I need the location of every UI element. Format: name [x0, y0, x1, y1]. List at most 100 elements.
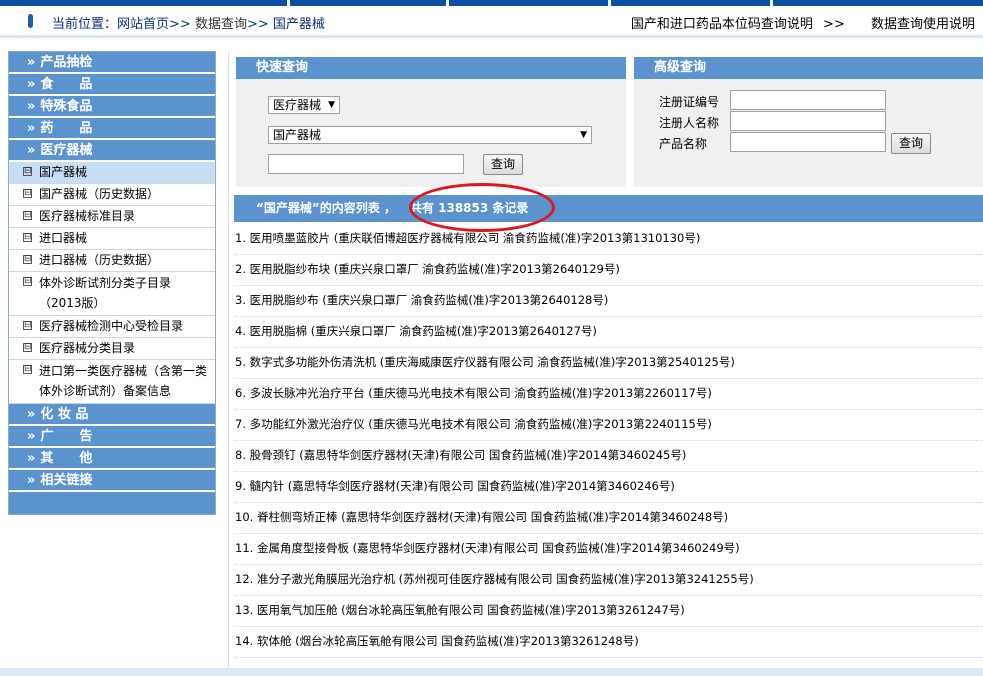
- sidebar-cat-food[interactable]: » 食 品: [9, 74, 215, 96]
- chevron-double-right-icon: »: [27, 143, 36, 158]
- chevron-double-right-icon: »: [27, 77, 36, 92]
- chevron-double-right-icon: »: [27, 99, 36, 114]
- dropdown-caret-icon: ▼: [580, 130, 587, 140]
- sidebar-item-label: 进口器械（历史数据）: [39, 253, 160, 267]
- dropdown-caret-icon: ▼: [328, 100, 335, 110]
- list-heading-text: “国产器械”的内容列表 ，: [256, 201, 396, 215]
- list-item[interactable]: 13. 医用氧气加压舱 (烟台冰轮高压氧舱有限公司 国食药监械(准)字2013第…: [234, 596, 983, 627]
- expand-box-icon: ⊟: [23, 166, 32, 176]
- list-item[interactable]: 8. 股骨颈钉 (嘉思特华剑医疗器材(天津)有限公司 国食药监械(准)字2014…: [234, 441, 983, 472]
- sidebar-item-label: 医疗器械标准目录: [39, 209, 136, 223]
- list-item[interactable]: 11. 金属角度型接骨板 (嘉思特华剑医疗器材(天津)有限公司 国食药监械(准)…: [234, 534, 983, 565]
- sidebar-cat-links[interactable]: » 相关链接: [9, 470, 215, 492]
- breadcrumb-home-link[interactable]: 网站首页: [117, 17, 169, 32]
- sidebar-item-label: 国产器械（历史数据）: [39, 187, 160, 201]
- sidebar-cat-medical-devices[interactable]: » 医疗器械: [9, 140, 215, 162]
- quick-search-title: 快速查询: [236, 57, 626, 79]
- sidebar-cat-label: 广 告: [40, 429, 93, 444]
- list-item[interactable]: 6. 多波长脉冲光治疗平台 (重庆德马光电技术有限公司 渝食药监械(准)字201…: [234, 379, 983, 410]
- breadcrumb-separator: >>: [246, 17, 269, 32]
- sidebar-cat-label: 其 他: [40, 451, 93, 466]
- sidebar-item-device-standards[interactable]: ⊟ 医疗器械标准目录: [9, 206, 215, 228]
- database-select[interactable]: 国产器械 ▼: [268, 126, 592, 144]
- sidebar-item-domestic-devices[interactable]: ⊟ 国产器械: [9, 162, 215, 184]
- list-item[interactable]: 12. 准分子激光角膜屈光治疗机 (苏州视可佳医疗器械有限公司 国食药监械(准)…: [234, 565, 983, 596]
- chevron-double-right-icon: »: [27, 429, 36, 444]
- advanced-search-panel: 注册证编号 注册人名称 产品名称 查询: [634, 79, 983, 187]
- expand-box-icon: ⊟: [23, 320, 32, 330]
- sidebar-footer: [9, 492, 215, 514]
- sidebar-cat-label: 食 品: [40, 77, 93, 92]
- sidebar-item-label: 体外诊断试剂分类子目录（2013版）: [39, 276, 172, 310]
- sidebar-item-label: 国产器械: [39, 165, 88, 179]
- sidebar-item-label: 进口第一类医疗器械（含第一类体外诊断试剂）备案信息: [39, 364, 208, 398]
- top-links: 国产和进口药品本位码查询说明 >> 数据查询使用说明: [621, 13, 975, 32]
- expand-box-icon: ⊟: [23, 254, 32, 264]
- location-marker-icon: [28, 14, 33, 28]
- data-query-help-link[interactable]: 数据查询使用说明: [871, 17, 975, 32]
- product-name-label: 产品名称: [659, 137, 708, 151]
- result-list: 1. 医用喷墨蓝胶片 (重庆联佰博超医疗器械有限公司 渝食药监械(准)字2013…: [234, 224, 983, 658]
- sidebar-cat-ads[interactable]: » 广 告: [9, 426, 215, 448]
- list-item[interactable]: 4. 医用脱脂棉 (重庆兴泉口罩厂 渝食药监械(准)字2013第2640127号…: [234, 317, 983, 348]
- list-item[interactable]: 5. 数字式多功能外伤清洗机 (重庆海威康医疗仪器有限公司 渝食药监械(准)字2…: [234, 348, 983, 379]
- list-heading: “国产器械”的内容列表 ，共有 138853 条记录: [234, 195, 983, 222]
- type-select[interactable]: 医疗器械 ▼: [268, 96, 340, 114]
- breadcrumb-row: 当前位置：网站首页>> 数据查询>> 国产器械 国产和进口药品本位码查询说明 >…: [0, 6, 983, 38]
- sidebar-cat-drugs[interactable]: » 药 品: [9, 118, 215, 140]
- sidebar-cat-label: 相关链接: [40, 473, 93, 488]
- expand-box-icon: ⊟: [23, 232, 32, 242]
- sidebar-item-label: 医疗器械检测中心受检目录: [39, 319, 184, 333]
- drug-code-help-link[interactable]: 国产和进口药品本位码查询说明: [631, 17, 813, 32]
- breadcrumb-separator: >>: [169, 17, 191, 32]
- advanced-search-title: 高级查询: [634, 57, 983, 79]
- reg-no-input[interactable]: [730, 90, 886, 110]
- sidebar-item-ivd-catalog[interactable]: ⊟ 体外诊断试剂分类子目录（2013版）: [9, 272, 215, 316]
- advanced-search-button[interactable]: 查询: [891, 133, 931, 154]
- breadcrumb-current: 国产器械: [272, 17, 325, 32]
- bottom-bar: [0, 668, 983, 676]
- list-item[interactable]: 1. 医用喷墨蓝胶片 (重庆联佰博超医疗器械有限公司 渝食药监械(准)字2013…: [234, 224, 983, 255]
- expand-box-icon: ⊟: [23, 210, 32, 220]
- sidebar-item-testing-center[interactable]: ⊟ 医疗器械检测中心受检目录: [9, 316, 215, 338]
- breadcrumb-data-query[interactable]: 数据查询: [195, 17, 247, 32]
- sidebar-cat-cosmetics[interactable]: » 化 妆 品: [9, 404, 215, 426]
- chevron-double-right-icon: »: [27, 55, 36, 70]
- product-name-input[interactable]: [730, 132, 886, 152]
- type-select-value: 医疗器械: [273, 98, 322, 112]
- list-item[interactable]: 2. 医用脱脂纱布块 (重庆兴泉口罩厂 渝食药监械(准)字2013第264012…: [234, 255, 983, 286]
- column-divider: [228, 51, 229, 676]
- chevron-double-right-icon: »: [27, 407, 36, 422]
- chevron-double-right-icon: »: [27, 473, 36, 488]
- sidebar-cat-special-food[interactable]: » 特殊食品: [9, 96, 215, 118]
- database-select-value: 国产器械: [273, 128, 322, 142]
- sidebar-item-imported-devices-history[interactable]: ⊟ 进口器械（历史数据）: [9, 250, 215, 272]
- sidebar-cat-other[interactable]: » 其 他: [9, 448, 215, 470]
- keyword-input[interactable]: [268, 154, 464, 174]
- expand-box-icon: ⊟: [23, 342, 32, 352]
- quick-search-panel: 医疗器械 ▼ 国产器械 ▼ 查询: [236, 79, 626, 187]
- list-item[interactable]: 7. 多功能红外激光治疗仪 (重庆德马光电技术有限公司 渝食药监械(准)字201…: [234, 410, 983, 441]
- registrant-input[interactable]: [730, 111, 886, 131]
- chevron-double-right-icon: »: [27, 451, 36, 466]
- sidebar: » 产品抽检 » 食 品 » 特殊食品 » 药 品 » 医疗器械 ⊟ 国产器械 ⊟ 国产器械（…: [8, 51, 216, 515]
- sidebar-cat-product-sampling[interactable]: » 产品抽检: [9, 52, 215, 74]
- sidebar-item-domestic-devices-history[interactable]: ⊟ 国产器械（历史数据）: [9, 184, 215, 206]
- quick-search-button[interactable]: 查询: [483, 154, 523, 175]
- sidebar-cat-label: 药 品: [40, 121, 93, 136]
- list-item[interactable]: 3. 医用脱脂纱布 (重庆兴泉口罩厂 渝食药监械(准)字2013第2640128…: [234, 286, 983, 317]
- sidebar-item-classification[interactable]: ⊟ 医疗器械分类目录: [9, 338, 215, 360]
- reg-no-label: 注册证编号: [659, 95, 720, 109]
- breadcrumb-label: 当前位置：: [52, 17, 118, 32]
- sidebar-item-imported-devices[interactable]: ⊟ 进口器械: [9, 228, 215, 250]
- sidebar-cat-label: 特殊食品: [40, 99, 93, 114]
- expand-box-icon: ⊟: [23, 364, 32, 374]
- breadcrumb: 当前位置：网站首页>> 数据查询>> 国产器械: [52, 13, 325, 32]
- list-item[interactable]: 14. 软体舱 (烟台冰轮高压氧舱有限公司 国食药监械(准)字2013第3261…: [234, 627, 983, 658]
- list-item[interactable]: 10. 脊柱侧弯矫正棒 (嘉思特华剑医疗器材(天津)有限公司 国食药监械(准)字…: [234, 503, 983, 534]
- chevron-double-right-icon: »: [27, 121, 36, 136]
- sidebar-cat-label: 化 妆 品: [40, 407, 89, 422]
- sidebar-item-label: 医疗器械分类目录: [39, 341, 136, 355]
- list-item[interactable]: 9. 髓内针 (嘉思特华剑医疗器材(天津)有限公司 国食药监械(准)字2014第…: [234, 472, 983, 503]
- sidebar-item-class1-filing[interactable]: ⊟ 进口第一类医疗器械（含第一类体外诊断试剂）备案信息: [9, 360, 215, 404]
